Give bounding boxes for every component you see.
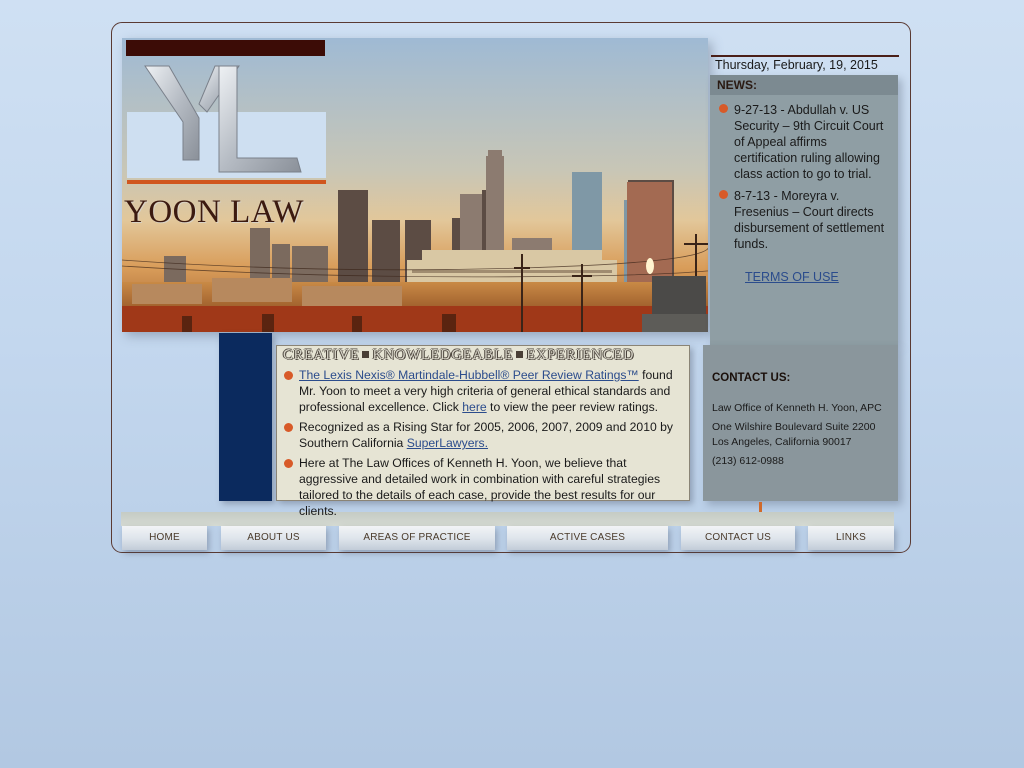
bullet-icon bbox=[284, 423, 293, 432]
news-panel: NEWS: 9-27-13 - Abdullah v. US Security … bbox=[710, 75, 898, 345]
hero-banner: YOON LAW bbox=[122, 38, 708, 332]
contact-phone: (213) 612-0988 bbox=[712, 455, 784, 467]
logo-monogram bbox=[127, 65, 326, 184]
bullet-icon bbox=[719, 104, 728, 113]
news-item[interactable]: 8-7-13 - Moreyra v. Fresenius – Court di… bbox=[734, 188, 892, 252]
decorative-blue-block bbox=[219, 333, 272, 501]
terms-of-use-link[interactable]: TERMS OF USE bbox=[745, 270, 839, 284]
peer-review-item: The Lexis Nexis® Martindale-Hubbell® Pee… bbox=[299, 367, 684, 415]
peer-review-text-end: to view the peer review ratings. bbox=[486, 400, 659, 414]
bullet-icon bbox=[719, 190, 728, 199]
contact-panel: CONTACT US: Law Office of Kenneth H. Yoo… bbox=[703, 345, 898, 501]
logo-text: YOON LAW bbox=[124, 194, 305, 230]
separator-square-icon bbox=[516, 351, 524, 359]
nav-about-us[interactable]: ABOUT US bbox=[221, 526, 326, 550]
martindale-hubbell-link[interactable]: The Lexis Nexis® Martindale-Hubbell® Pee… bbox=[299, 368, 639, 382]
nav-areas-of-practice[interactable]: AREAS OF PRACTICE bbox=[339, 526, 495, 550]
nav-home[interactable]: HOME bbox=[122, 526, 207, 550]
contact-firm: Law Office of Kenneth H. Yoon, APC bbox=[712, 402, 882, 414]
current-date: Thursday, February, 19, 2015 bbox=[715, 58, 878, 72]
peer-review-here-link[interactable]: here bbox=[462, 400, 486, 414]
separator-square-icon bbox=[362, 351, 370, 359]
news-title: NEWS: bbox=[710, 75, 898, 95]
nav-links[interactable]: LINKS bbox=[808, 526, 894, 550]
nav-contact-us[interactable]: CONTACT US bbox=[681, 526, 795, 550]
superlawyers-link[interactable]: SuperLawyers. bbox=[407, 436, 488, 450]
bullet-icon bbox=[284, 459, 293, 468]
tagline: CREATIVE KNOWLEDGEABLE EXPERIENCED bbox=[283, 347, 634, 364]
contact-address-line-2: Los Angeles, California 90017 bbox=[712, 436, 852, 448]
tagline-word: EXPERIENCED bbox=[526, 347, 635, 363]
contact-address-line-1: One Wilshire Boulevard Suite 2200 bbox=[712, 421, 876, 433]
rising-star-item: Recognized as a Rising Star for 2005, 20… bbox=[299, 419, 684, 451]
firm-philosophy-item: Here at The Law Offices of Kenneth H. Yo… bbox=[299, 456, 661, 518]
contact-title: CONTACT US: bbox=[712, 372, 791, 384]
nav-active-cases[interactable]: ACTIVE CASES bbox=[507, 526, 668, 550]
bullet-icon bbox=[284, 371, 293, 380]
date-rule bbox=[711, 55, 899, 57]
tagline-word: KNOWLEDGEABLE bbox=[372, 347, 514, 363]
news-item[interactable]: 9-27-13 - Abdullah v. US Security – 9th … bbox=[734, 102, 892, 182]
content-panel: CREATIVE KNOWLEDGEABLE EXPERIENCED The Lex… bbox=[276, 345, 690, 518]
decorative-dash bbox=[759, 502, 762, 512]
tagline-word: CREATIVE bbox=[283, 347, 360, 363]
logo-top-bar bbox=[126, 40, 325, 56]
